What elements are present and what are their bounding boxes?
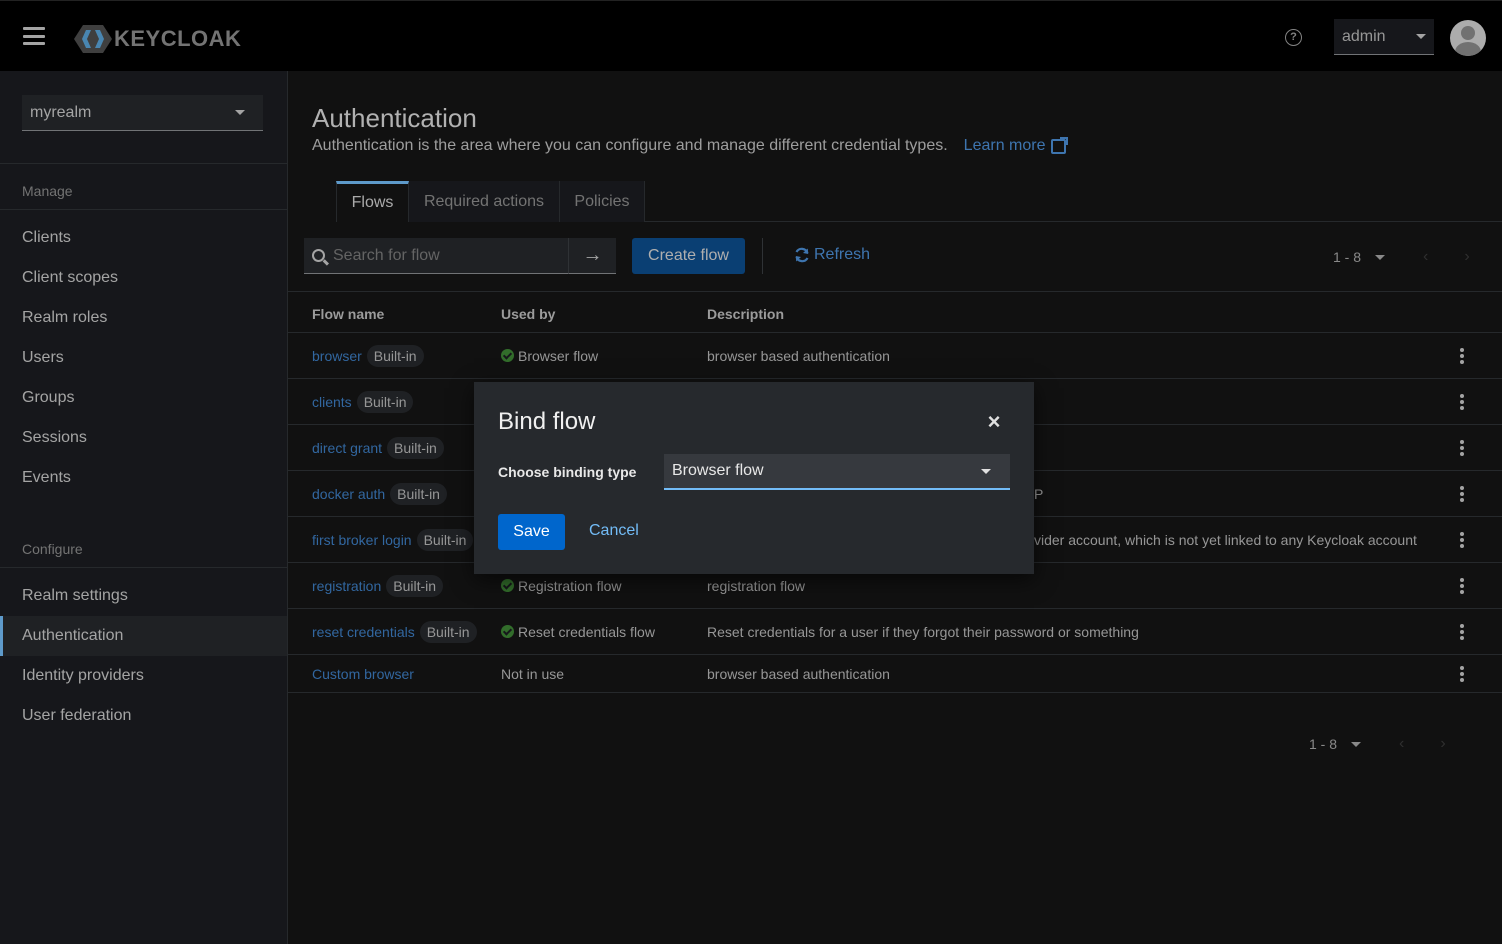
binding-type-label: Choose binding type [498,464,637,480]
bind-flow-modal: Bind flow × Choose binding type Browser … [474,382,1034,574]
caret-down-icon [981,468,991,474]
modal-title: Bind flow [498,408,596,435]
cancel-button[interactable]: Cancel [589,522,639,540]
binding-type-value: Browser flow [672,462,764,479]
binding-type-select[interactable]: Browser flow [664,454,1010,490]
save-button[interactable]: Save [498,514,565,550]
close-icon[interactable]: × [984,411,1004,433]
